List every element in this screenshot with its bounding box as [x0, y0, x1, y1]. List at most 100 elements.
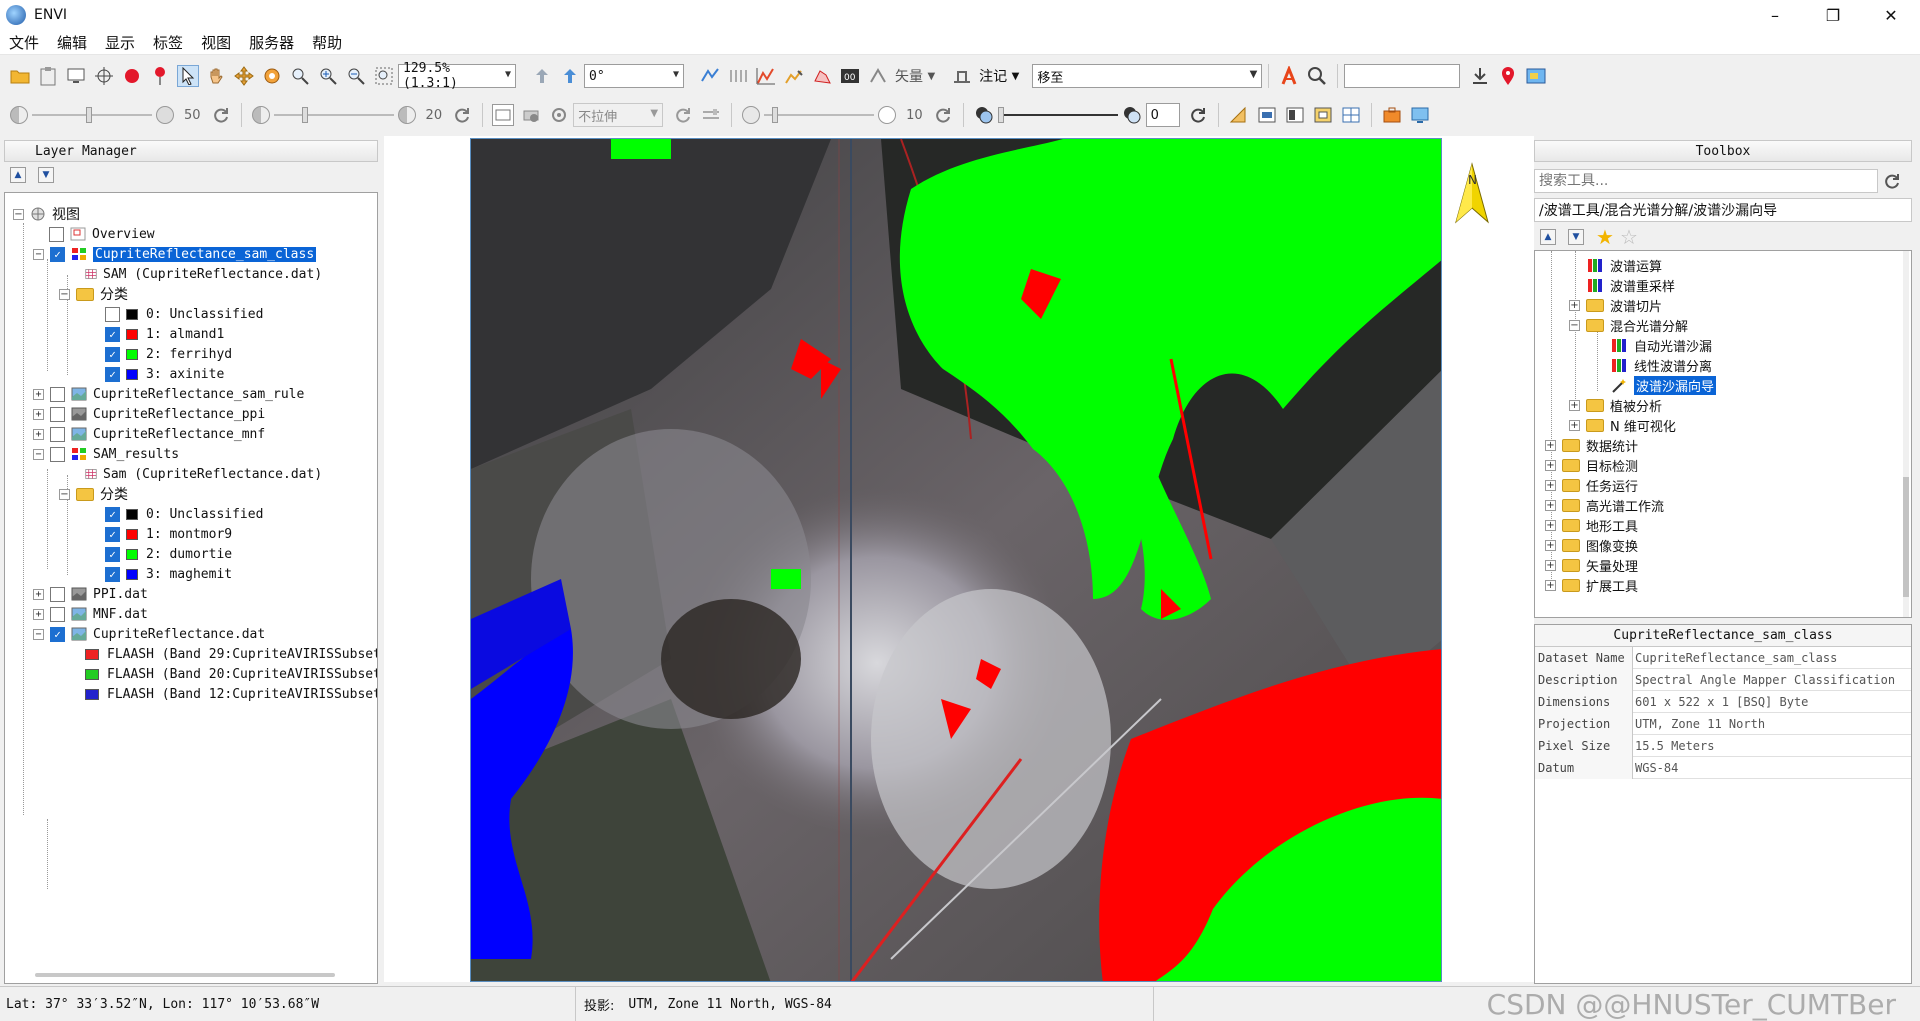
zoom-out-icon[interactable]: [345, 65, 367, 87]
location-search-input[interactable]: [1344, 64, 1461, 88]
folder-target-detection[interactable]: + 目标检测: [1545, 455, 1638, 475]
search-icon[interactable]: [1306, 65, 1328, 87]
layer-ppi-dat[interactable]: + PPI.dat: [33, 584, 148, 604]
favorite-star-outline-icon[interactable]: ☆: [1620, 225, 1638, 249]
menu-label[interactable]: 标签: [144, 32, 192, 53]
stretch-settings-icon[interactable]: [700, 104, 722, 126]
expand-icon[interactable]: +: [1545, 579, 1556, 591]
checkbox[interactable]: ✓: [50, 626, 65, 642]
reset-sharpen-icon[interactable]: [932, 104, 954, 126]
checkbox[interactable]: [105, 306, 120, 322]
crosshair-icon[interactable]: [93, 65, 115, 87]
checkbox[interactable]: [50, 446, 65, 462]
transparency-slider[interactable]: [997, 104, 1118, 126]
multi-view-icon[interactable]: [1340, 104, 1362, 126]
folder-statistics[interactable]: + 数据统计: [1545, 435, 1638, 455]
edit-profile-icon[interactable]: [783, 65, 805, 87]
tool-band-math[interactable]: 波谱运算: [1587, 255, 1662, 275]
stretch-combo[interactable]: 不拉伸 ▼: [573, 103, 664, 127]
rotate-right-icon[interactable]: [559, 65, 581, 87]
refresh-icon[interactable]: [1881, 170, 1903, 192]
expand-icon[interactable]: +: [33, 428, 44, 440]
expand-icon[interactable]: +: [1545, 539, 1556, 551]
expand-icon[interactable]: +: [1545, 479, 1556, 491]
annotation-dropdown[interactable]: 注记 ▼: [979, 66, 1019, 86]
property-value[interactable]: 15.5 Meters: [1633, 739, 1714, 753]
tool-auto-hourglass[interactable]: 自动光谱沙漏: [1611, 335, 1712, 355]
folder-n-dim[interactable]: + N 维可视化: [1569, 415, 1676, 435]
pin-icon[interactable]: [149, 65, 171, 87]
expand-icon[interactable]: +: [1545, 499, 1556, 511]
expand-icon[interactable]: +: [1545, 559, 1556, 571]
annotation-icon[interactable]: [951, 65, 973, 87]
checkbox[interactable]: [50, 426, 65, 442]
layer-sam-rule[interactable]: + CupriteReflectance_sam_rule: [33, 384, 304, 404]
favorite-star-icon[interactable]: ★: [1596, 225, 1614, 249]
expand-all-button[interactable]: ▼: [38, 167, 54, 183]
collapse-icon[interactable]: −: [59, 488, 70, 500]
fly-icon[interactable]: [233, 65, 255, 87]
class-montmor9[interactable]: ✓ 1: montmor9: [105, 524, 232, 544]
transparency-input[interactable]: 0: [1145, 103, 1180, 127]
collapse-icon[interactable]: −: [33, 448, 44, 460]
property-value[interactable]: 601 x 522 x 1 [BSQ] Byte: [1633, 695, 1808, 709]
zoom-full-icon[interactable]: [373, 65, 395, 87]
collapse-icon[interactable]: −: [33, 628, 44, 640]
map-window-icon[interactable]: [1525, 65, 1547, 87]
record-icon[interactable]: [121, 65, 143, 87]
menu-display[interactable]: 显示: [96, 32, 144, 53]
zoom-icon[interactable]: [289, 65, 311, 87]
folder-vector-processing[interactable]: + 矢量处理: [1545, 555, 1638, 575]
folder-image-transform[interactable]: + 图像变换: [1545, 535, 1638, 555]
toolbox-expand-button[interactable]: ▼: [1568, 229, 1584, 245]
expand-icon[interactable]: +: [1569, 419, 1580, 431]
folder-hyperspectral-workflow[interactable]: + 高光谱工作流: [1545, 495, 1664, 515]
layer-sam-source[interactable]: SAM (CupriteReflectance.dat): [85, 264, 322, 284]
tree-root[interactable]: − 视图: [13, 204, 80, 224]
tool-hourglass-wizard[interactable]: 波谱沙漏向导: [1611, 375, 1717, 395]
toolbox-collapse-button[interactable]: ▲: [1540, 229, 1556, 245]
band-green[interactable]: FLAASH (Band 20:CupriteAVIRISSubset.: [85, 664, 377, 684]
spectral-library-icon[interactable]: [1278, 65, 1300, 87]
checkbox[interactable]: [50, 386, 65, 402]
property-value[interactable]: WGS-84: [1633, 761, 1678, 775]
tool-spectral-resample[interactable]: 波谱重采样: [1587, 275, 1675, 295]
sharpen-slider[interactable]: [764, 104, 875, 126]
band-blue[interactable]: FLAASH (Band 12:CupriteAVIRISSubset.: [85, 684, 377, 704]
menu-server[interactable]: 服务器: [240, 32, 303, 53]
menu-view[interactable]: 视图: [192, 32, 240, 53]
portal-icon[interactable]: [1284, 104, 1306, 126]
layer-reflectance[interactable]: − ✓ CupriteReflectance.dat: [33, 624, 265, 644]
rotation-combo[interactable]: 0° ▼: [584, 64, 684, 88]
select-arrow-icon[interactable]: [177, 65, 199, 87]
brightness-slider[interactable]: [32, 104, 152, 126]
roi-tool-icon[interactable]: [811, 65, 833, 87]
contrast-slider[interactable]: [273, 104, 394, 126]
folder-spectral-unmixing[interactable]: − 混合光谱分解: [1569, 315, 1688, 335]
toolbox-search-input[interactable]: [1534, 169, 1878, 193]
expand-icon[interactable]: +: [1569, 299, 1580, 311]
class-unclassified-1[interactable]: 0: Unclassified: [105, 304, 263, 324]
class-dumortie[interactable]: ✓ 2: dumortie: [105, 544, 232, 564]
vector-tool-icon[interactable]: [867, 65, 889, 87]
layer-mnf[interactable]: + CupriteReflectance_mnf: [33, 424, 265, 444]
folder-vegetation[interactable]: + 植被分析: [1569, 395, 1662, 415]
open-folder-icon[interactable]: [9, 65, 31, 87]
rotate-left-icon[interactable]: [531, 65, 553, 87]
vector-dropdown[interactable]: 矢量 ▼: [895, 66, 935, 86]
sharpen-icon[interactable]: [548, 104, 570, 126]
layer-view-icon[interactable]: [1256, 104, 1278, 126]
layer-sam-class[interactable]: − ✓ CupriteReflectance_sam_class: [33, 244, 317, 264]
folder-task-run[interactable]: + 任务运行: [1545, 475, 1638, 495]
layer-overview[interactable]: Overview: [49, 224, 155, 244]
checkbox[interactable]: [50, 606, 65, 622]
checkbox[interactable]: [50, 586, 65, 602]
swipe-icon[interactable]: [699, 65, 721, 87]
help-window-icon[interactable]: [1409, 104, 1431, 126]
zoom-combo[interactable]: 129.5% (1.3:1) ▼: [398, 61, 516, 91]
folder-spectral-slice[interactable]: + 波谱切片: [1569, 295, 1662, 315]
reset-contrast-icon[interactable]: [451, 104, 473, 126]
collapse-all-button[interactable]: ▲: [10, 167, 26, 183]
collapse-icon[interactable]: −: [1569, 319, 1580, 331]
checkbox[interactable]: ✓: [105, 326, 120, 342]
